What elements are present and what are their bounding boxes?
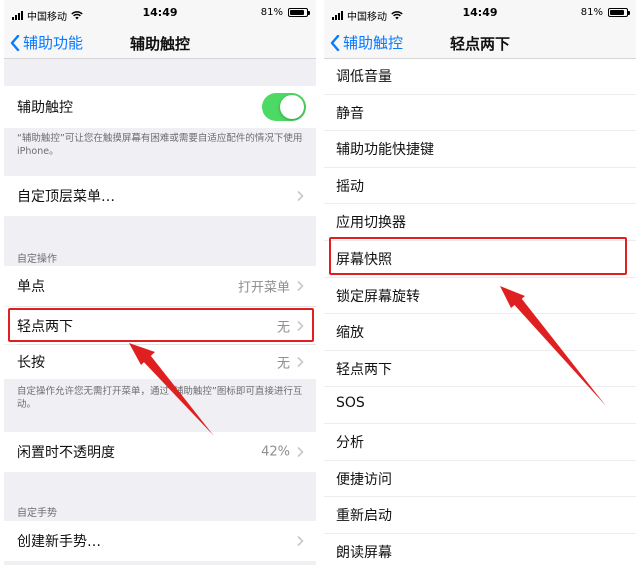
page-title: 辅助触控 bbox=[129, 35, 190, 53]
divider bbox=[324, 203, 636, 205]
divider bbox=[324, 130, 636, 132]
custom-actions-footer: 自定操作允许您无需打开菜单，通过“辅助触控”图标即可直接进行互动。 bbox=[17, 386, 303, 410]
create-gesture-row[interactable]: 创建新手势… bbox=[4, 521, 316, 561]
nav-bar: 辅助功能 辅助触控 bbox=[4, 28, 316, 59]
action-list-item[interactable]: SOS bbox=[336, 395, 365, 411]
chevron-right-icon bbox=[297, 446, 304, 458]
idle-opacity-label: 闲置时不透明度 bbox=[17, 445, 115, 461]
divider bbox=[324, 276, 636, 278]
status-bar: 中国移动 14:49 81% bbox=[324, 0, 636, 28]
single-tap-row[interactable]: 单点 打开菜单 bbox=[4, 266, 316, 306]
action-list-item[interactable]: 朗读屏幕 bbox=[336, 542, 392, 562]
action-list-item[interactable]: 调低音量 bbox=[336, 66, 392, 86]
assistive-touch-row: 辅助触控 bbox=[4, 86, 316, 128]
action-list-item[interactable]: 重新启动 bbox=[336, 505, 392, 525]
action-list-item[interactable]: 辅助功能快捷键 bbox=[336, 139, 434, 159]
chevron-right-icon bbox=[297, 190, 304, 202]
status-bar: 中国移动 14:49 81% bbox=[4, 0, 316, 28]
assistive-touch-label: 辅助触控 bbox=[17, 100, 73, 116]
chevron-right-icon bbox=[297, 280, 304, 292]
long-press-row[interactable]: 长按 无 bbox=[4, 345, 316, 379]
page-title: 轻点两下 bbox=[449, 35, 510, 53]
action-list-item[interactable]: 应用切换器 bbox=[336, 212, 406, 232]
divider bbox=[324, 496, 636, 498]
idle-opacity-value: 42% bbox=[261, 444, 290, 460]
nav-bar: 辅助触控 轻点两下 bbox=[324, 28, 636, 59]
action-list-item[interactable]: 轻点两下 bbox=[336, 359, 392, 379]
screenshot-highlight bbox=[329, 237, 627, 275]
action-list-item[interactable]: 静音 bbox=[336, 103, 364, 123]
divider bbox=[324, 386, 636, 388]
action-list-item[interactable]: 缩放 bbox=[336, 322, 364, 342]
divider bbox=[324, 423, 636, 424]
custom-actions-header: 自定操作 bbox=[17, 254, 57, 265]
idle-opacity-row[interactable]: 闲置时不透明度 42% bbox=[4, 432, 316, 472]
chevron-right-icon bbox=[297, 356, 304, 368]
action-list-item[interactable]: 锁定屏幕旋转 bbox=[336, 286, 420, 306]
customize-top-menu-row[interactable]: 自定顶层菜单… bbox=[4, 176, 316, 216]
toggle-knob bbox=[280, 95, 304, 119]
divider bbox=[324, 93, 636, 95]
customize-top-menu-label: 自定顶层菜单… bbox=[17, 189, 115, 205]
single-tap-label: 单点 bbox=[17, 279, 45, 295]
divider bbox=[324, 166, 636, 168]
custom-gestures-header: 自定手势 bbox=[17, 508, 57, 519]
assistive-touch-description: “辅助触控”可让您在触摸屏幕有困难或需要自适应配件的情况下使用 iPhone。 bbox=[17, 133, 303, 157]
battery-percent: 81% bbox=[580, 7, 603, 18]
long-press-label: 长按 bbox=[17, 355, 45, 371]
battery-percent: 81% bbox=[260, 7, 283, 18]
divider bbox=[324, 349, 636, 351]
double-tap-highlight bbox=[8, 308, 314, 342]
divider bbox=[324, 532, 636, 534]
battery-icon bbox=[288, 8, 310, 17]
double-tap-options-screen: 中国移动 14:49 81% 辅助触控 轻点两下 调低音量静音辅助功能快捷键 摇动… bbox=[324, 0, 636, 565]
long-press-value: 无 bbox=[276, 356, 290, 372]
divider bbox=[324, 459, 636, 461]
assistive-touch-settings-screen: 中国移动 14:49 81% 辅助功能 辅助触控 辅助触控 “辅助触控”可让您在… bbox=[4, 0, 316, 565]
create-gesture-label: 创建新手势… bbox=[17, 534, 101, 550]
battery-icon bbox=[608, 8, 630, 17]
divider bbox=[324, 313, 636, 315]
action-list-item[interactable]: 便捷访问 bbox=[336, 469, 392, 489]
action-list-item[interactable]: 分析 bbox=[336, 432, 364, 452]
single-tap-value: 打开菜单 bbox=[237, 280, 290, 296]
action-list-item[interactable]: 摇动 bbox=[336, 176, 364, 196]
assistive-touch-toggle[interactable] bbox=[262, 93, 306, 121]
chevron-right-icon bbox=[297, 535, 304, 547]
